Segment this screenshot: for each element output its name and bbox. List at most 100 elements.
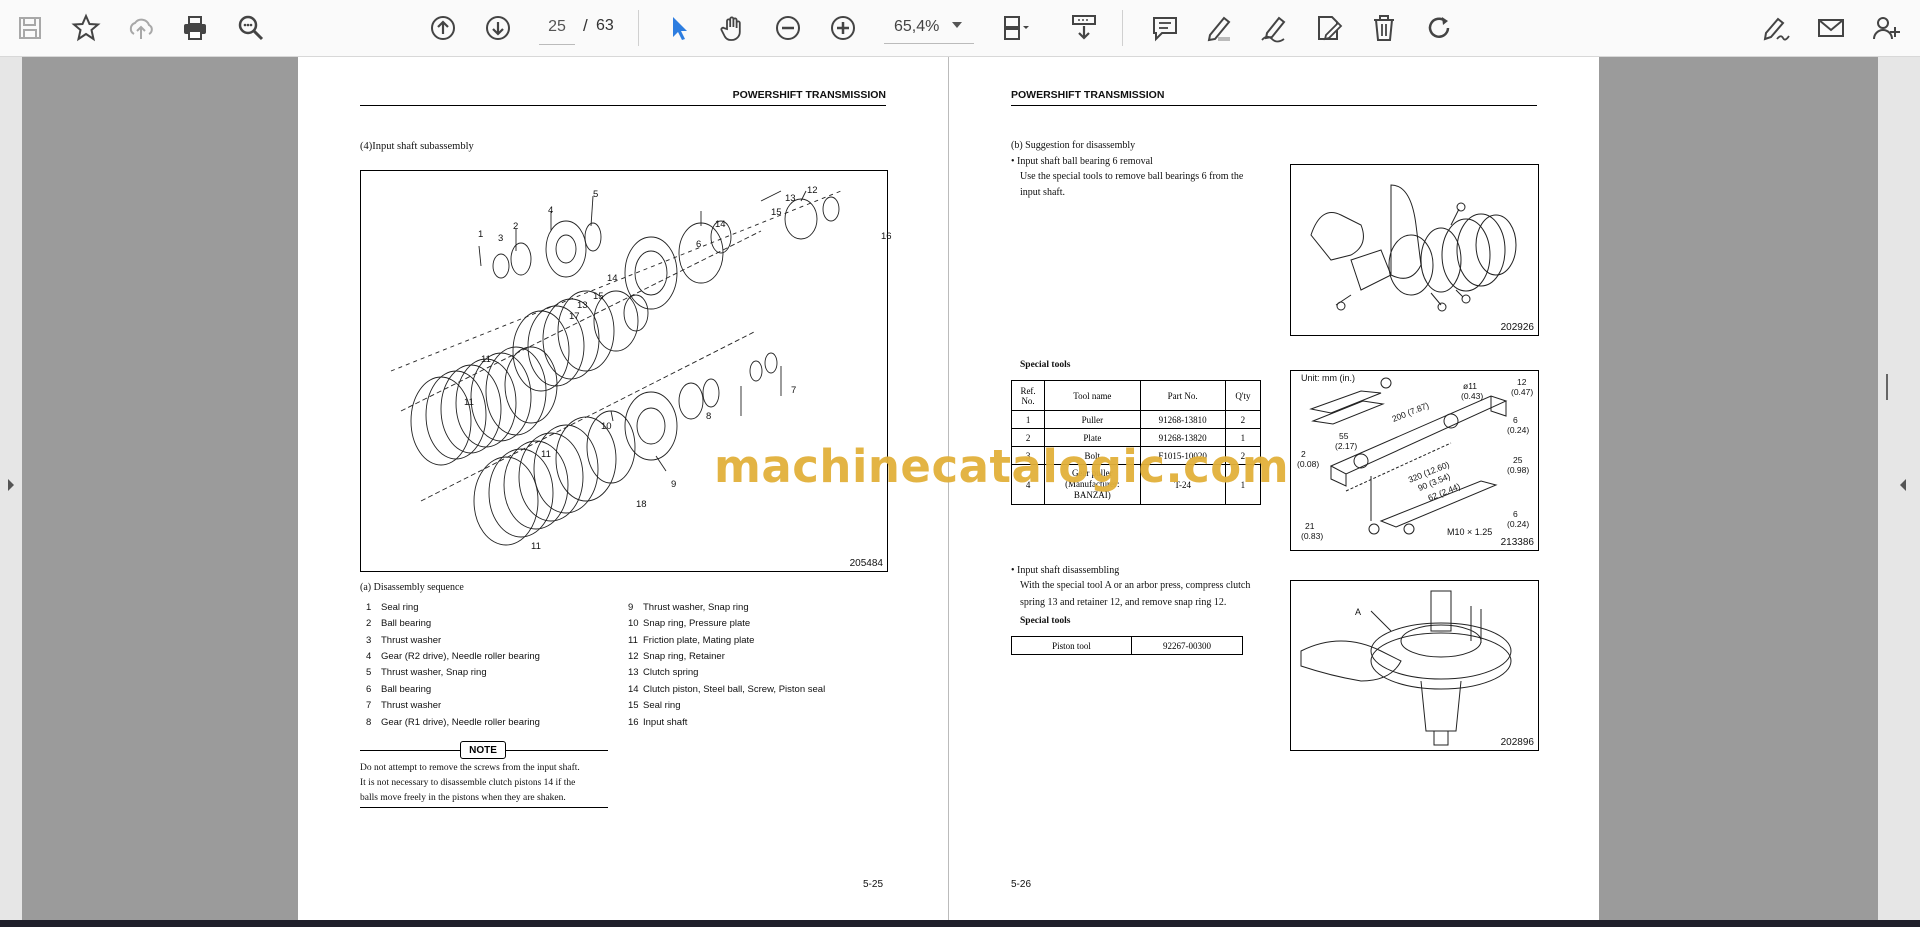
- exploded-diagram-figure: 205484 1 2 3 4 5 6 7 8 9 10 11 11 11 11 …: [360, 170, 892, 572]
- cloud-upload-icon[interactable]: [121, 8, 161, 48]
- list-item-num: 4: [366, 651, 372, 662]
- list-item: Gear (R2 drive), Needle roller bearing: [381, 651, 540, 662]
- dimension-label: 6: [1513, 415, 1518, 425]
- page-up-icon[interactable]: [423, 8, 463, 48]
- bullet-title: • Input shaft disassembling: [1011, 565, 1120, 576]
- clutch-compress-drawing: [1300, 590, 1512, 746]
- dimension-label: 55: [1339, 431, 1349, 441]
- callout-label: 5: [593, 189, 599, 200]
- figure-number: 213386: [1500, 537, 1534, 548]
- dimension-label: 21: [1305, 521, 1315, 531]
- list-item-num: 8: [366, 717, 372, 728]
- print-icon[interactable]: [175, 8, 215, 48]
- dimension-label: (0.43): [1461, 391, 1484, 401]
- list-item: Thrust washer, Snap ring: [381, 667, 487, 678]
- special-tools-label: Special tools: [1020, 616, 1071, 626]
- mail-icon[interactable]: [1811, 8, 1851, 48]
- right-panel-toggle[interactable]: [1878, 57, 1920, 920]
- list-item-num: 15: [628, 700, 639, 711]
- rotate-icon[interactable]: [1419, 8, 1459, 48]
- special-tools-label: Special tools: [1020, 360, 1071, 370]
- table-header: Part No.: [1139, 380, 1226, 411]
- zoom-in-icon[interactable]: [823, 8, 863, 48]
- dimension-label: 25: [1513, 455, 1523, 465]
- unit-label: Unit: mm (in.): [1301, 373, 1355, 383]
- special-tool-dimension-figure: Unit: mm (in.) ø11 (0.43) 12 (0.47) 200 …: [1290, 370, 1539, 551]
- callout-label: 3: [498, 233, 504, 244]
- page-down-icon[interactable]: [478, 8, 518, 48]
- callout-label: 11: [541, 449, 551, 460]
- list-item-num: 13: [628, 667, 639, 678]
- table-cell: 1: [1010, 410, 1046, 429]
- dimension-label: M10 × 1.25: [1447, 527, 1493, 537]
- chevron-left-icon[interactable]: [1898, 477, 1908, 493]
- table-row: 1 Puller 91268-13810 2: [1010, 410, 1262, 429]
- list-item-num: 14: [628, 684, 639, 695]
- scroll-mode-icon[interactable]: [1064, 8, 1104, 48]
- fit-page-icon[interactable]: [994, 8, 1034, 48]
- bearing-removal-drawing: [1310, 184, 1517, 312]
- scrollbar-thumb[interactable]: [1886, 374, 1888, 400]
- chevron-right-icon[interactable]: [6, 477, 16, 493]
- sign-icon[interactable]: [1756, 8, 1796, 48]
- list-item: Snap ring, Retainer: [643, 651, 725, 662]
- dimension-label: 6: [1513, 509, 1518, 519]
- list-item-num: 12: [628, 651, 639, 662]
- callout-label: 7: [791, 385, 797, 396]
- zoom-search-icon[interactable]: [231, 8, 271, 48]
- table-cell: Puller: [1044, 410, 1141, 429]
- figure-number: 202896: [1500, 737, 1534, 748]
- note-line: It is not necessary to disassemble clutc…: [360, 778, 576, 788]
- callout-label: 8: [706, 411, 712, 422]
- clutch-spring-compress-figure: A 202896: [1290, 580, 1539, 751]
- draw-icon[interactable]: [1254, 8, 1294, 48]
- add-user-icon[interactable]: [1866, 8, 1906, 48]
- page-total: 63: [596, 17, 614, 34]
- page-separator: /: [583, 16, 588, 35]
- list-item: Input shaft: [643, 717, 688, 728]
- header-rule: [1011, 105, 1537, 106]
- callout-label: 11: [481, 354, 491, 365]
- chevron-down-icon[interactable]: [952, 22, 962, 28]
- page-number-input[interactable]: 25: [539, 10, 575, 45]
- callout-label: 13: [577, 300, 588, 311]
- list-item: Thrust washer: [381, 635, 442, 646]
- callout-label: 13: [785, 193, 796, 204]
- dimension-label: (0.24): [1507, 519, 1530, 529]
- taskbar-strip: [0, 920, 1920, 927]
- callout-label: 15: [593, 291, 604, 302]
- zoom-out-icon[interactable]: [768, 8, 808, 48]
- note-badge: NOTE: [460, 741, 506, 759]
- table-header: Ref. No.: [1010, 380, 1046, 411]
- exploded-view-drawing: [390, 190, 842, 546]
- list-item-num: 16: [628, 717, 639, 728]
- left-panel-toggle[interactable]: [0, 57, 22, 920]
- page-number: 5-25: [863, 879, 884, 890]
- subsection-title: (b) Suggestion for disassembly: [1011, 140, 1136, 151]
- bookmark-star-icon[interactable]: [66, 8, 106, 48]
- list-item: Thrust washer, Snap ring: [643, 602, 749, 613]
- select-cursor-icon[interactable]: [659, 8, 699, 48]
- dimension-label: (0.83): [1301, 531, 1324, 541]
- edit-text-icon[interactable]: [1309, 8, 1349, 48]
- toolbar: 25 / 63 65,4%: [0, 0, 1920, 57]
- table-row: Piston tool 92267-00300: [1011, 636, 1243, 655]
- list-item-num: 10: [628, 618, 639, 629]
- section-title: (4)Input shaft subassembly: [360, 141, 474, 152]
- save-icon[interactable]: [10, 8, 50, 48]
- body-line: Use the special tools to remove ball bea…: [1020, 171, 1244, 182]
- table-cell: Piston tool: [1011, 636, 1132, 655]
- list-item: Clutch piston, Steel ball, Screw, Piston…: [643, 684, 826, 695]
- callout-label: 1: [478, 229, 484, 240]
- delete-icon[interactable]: [1364, 8, 1404, 48]
- hand-icon[interactable]: [713, 8, 753, 48]
- highlight-icon[interactable]: [1199, 8, 1239, 48]
- list-item: Clutch spring: [643, 667, 699, 678]
- callout-label: 11: [464, 397, 474, 408]
- dimension-label: (0.47): [1511, 387, 1534, 397]
- comment-icon[interactable]: [1145, 8, 1185, 48]
- bearing-removal-figure: 202926: [1290, 164, 1539, 336]
- callout-label: 4: [548, 205, 554, 216]
- list-item: Gear (R1 drive), Needle roller bearing: [381, 717, 540, 728]
- toolbar-divider: [1122, 10, 1123, 46]
